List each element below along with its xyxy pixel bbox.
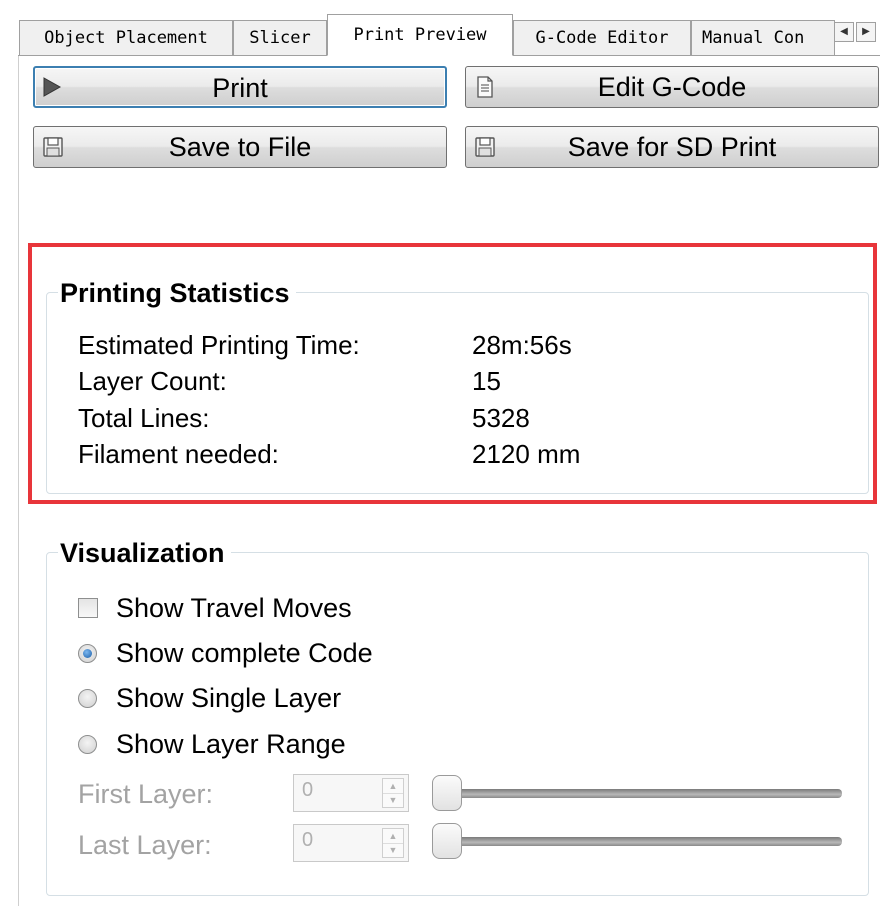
last-layer-spinner[interactable]: 0 ▲ ▼: [293, 824, 409, 862]
spinner-arrows[interactable]: ▲ ▼: [382, 778, 404, 808]
tab-object-placement[interactable]: Object Placement: [19, 20, 233, 55]
stat-label-total-lines: Total Lines:: [78, 403, 210, 433]
stat-value-total-lines: 5328: [472, 403, 530, 433]
stat-value-filament: 2120 mm: [472, 439, 581, 469]
show-layer-range-label: Show Layer Range: [116, 729, 346, 759]
radio-button-checked[interactable]: [78, 644, 97, 663]
last-layer-label: Last Layer:: [78, 830, 212, 860]
spin-down-icon[interactable]: ▼: [383, 843, 403, 857]
save-sd-print-button[interactable]: Save for SD Print: [465, 126, 879, 168]
radio-button[interactable]: [78, 689, 97, 708]
stat-label-filament: Filament needed:: [78, 439, 279, 469]
show-travel-moves-label: Show Travel Moves: [116, 593, 352, 623]
spinner-arrows[interactable]: ▲ ▼: [382, 828, 404, 858]
first-layer-slider-thumb[interactable]: [432, 775, 462, 811]
first-layer-spinner[interactable]: 0 ▲ ▼: [293, 774, 409, 812]
checkbox-box[interactable]: [78, 598, 98, 618]
tab-print-preview[interactable]: Print Preview: [327, 14, 513, 56]
spin-up-icon[interactable]: ▲: [383, 779, 403, 794]
first-layer-label: First Layer:: [78, 779, 214, 809]
save-to-file-button[interactable]: Save to File: [33, 126, 447, 168]
tab-slicer[interactable]: Slicer: [233, 20, 327, 55]
tab-bar: Object Placement Slicer Print Preview G-…: [0, 0, 880, 60]
save-sd-print-button-label: Save for SD Print: [567, 132, 777, 162]
first-layer-slider-track[interactable]: [440, 789, 842, 798]
last-layer-slider-thumb[interactable]: [432, 823, 462, 859]
first-layer-value: 0: [302, 779, 314, 801]
radio-button[interactable]: [78, 735, 97, 754]
edit-gcode-button-label: Edit G-Code: [597, 72, 747, 102]
edit-gcode-button[interactable]: Edit G-Code: [465, 66, 879, 108]
scroll-left-icon[interactable]: ◀: [834, 22, 854, 42]
scroll-right-icon[interactable]: ▶: [856, 22, 876, 42]
tab-gcode-editor[interactable]: G-Code Editor: [513, 20, 691, 55]
last-layer-value: 0: [302, 829, 314, 851]
stat-value-time: 28m:56s: [472, 330, 572, 360]
spin-up-icon[interactable]: ▲: [383, 829, 403, 844]
print-button[interactable]: Print: [33, 66, 447, 108]
visualization-title: Visualization: [58, 538, 231, 569]
show-single-layer-label: Show Single Layer: [116, 683, 342, 713]
stat-label-time: Estimated Printing Time:: [78, 330, 360, 360]
last-layer-slider-track[interactable]: [440, 837, 842, 846]
save-to-file-button-label: Save to File: [168, 132, 312, 162]
show-complete-code-label: Show complete Code: [116, 638, 373, 668]
tab-manual-control[interactable]: Manual Con: [691, 20, 835, 55]
printing-statistics-title: Printing Statistics: [58, 278, 296, 309]
tab-scroll-arrows: ◀ ▶: [834, 22, 880, 44]
spin-down-icon[interactable]: ▼: [383, 793, 403, 807]
print-button-label: Print: [212, 73, 268, 103]
stat-label-layer-count: Layer Count:: [78, 366, 227, 396]
panel-border: [18, 56, 19, 906]
stat-value-layer-count: 15: [472, 366, 501, 396]
